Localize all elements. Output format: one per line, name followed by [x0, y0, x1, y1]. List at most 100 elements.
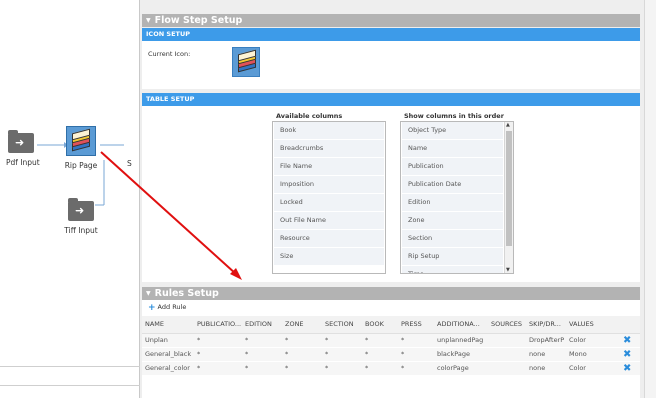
table-cell: *	[362, 347, 398, 362]
available-columns-list[interactable]: Book Breadcrumbs File Name Imposition Locked…	[272, 121, 386, 274]
available-column-item[interactable]: Imposition	[274, 176, 384, 193]
node-label: Pdf Input	[6, 158, 40, 167]
show-columns-list[interactable]: Object Type Name Publication Publication Da…	[400, 121, 514, 274]
table-cell: *	[242, 333, 282, 348]
table-cell: none	[526, 347, 566, 362]
icon-setup-body: Current Icon:	[142, 41, 640, 89]
plus-icon: +	[148, 303, 156, 313]
scroll-up-icon[interactable]: ▲	[506, 122, 510, 128]
node-pdf-input[interactable]: ➜ Pdf Input	[6, 130, 40, 167]
table-setup-bar: TABLE SETUP	[142, 93, 640, 106]
column-header[interactable]: NAME	[142, 316, 194, 334]
node-label: Tiff Input	[64, 226, 98, 235]
available-column-item[interactable]: Out File Name	[274, 212, 384, 229]
import-folder-icon: ➜	[68, 198, 94, 221]
table-cell: *	[398, 361, 434, 376]
table-cell: *	[322, 347, 362, 362]
list-scrollbar[interactable]: ▲ ▼	[504, 122, 513, 273]
icon-setup-bar: ICON SETUP	[142, 28, 640, 41]
column-header[interactable]: PRESS	[398, 316, 434, 334]
delete-rule-icon[interactable]: ✖	[623, 335, 631, 346]
table-cell: none	[526, 361, 566, 376]
table-cell	[488, 347, 526, 362]
node-label-partial: S	[127, 159, 132, 168]
node-label: Rip Page	[64, 161, 98, 170]
column-header[interactable]: EDITION	[242, 316, 282, 334]
delete-rule-icon[interactable]: ✖	[623, 349, 631, 360]
show-column-item[interactable]: Object Type	[402, 122, 503, 139]
show-column-item[interactable]: Publication Date	[402, 176, 503, 193]
available-column-item[interactable]: Resource	[274, 230, 384, 247]
table-row[interactable]: Unplan * * * * * * unplannedPag DropAfterP Color ✖	[142, 333, 640, 348]
table-cell: *	[242, 347, 282, 362]
scroll-down-icon[interactable]: ▼	[506, 267, 510, 273]
table-cell: *	[398, 347, 434, 362]
column-header[interactable]: PUBLICATIO...	[194, 316, 242, 334]
table-cell: *	[282, 347, 322, 362]
column-header[interactable]	[620, 316, 640, 334]
section-title: Rules Setup	[154, 288, 219, 299]
column-header[interactable]: SECTION	[322, 316, 362, 334]
available-column-item[interactable]: Book	[274, 122, 384, 139]
table-cell: Color	[566, 361, 620, 376]
table-cell: *	[194, 361, 242, 376]
layers-stack-icon	[66, 126, 96, 156]
column-header[interactable]: ZONE	[282, 316, 322, 334]
show-column-item[interactable]: Time	[402, 266, 503, 273]
table-cell: Color	[566, 333, 620, 348]
table-cell: *	[322, 361, 362, 376]
show-column-item[interactable]: Section	[402, 230, 503, 247]
table-row[interactable]: General_color * * * * * * colorPage none Color ✖	[142, 361, 640, 376]
table-cell: *	[194, 347, 242, 362]
table-cell: colorPage	[434, 361, 488, 376]
table-cell: *	[282, 333, 322, 348]
available-columns-title: Available columns	[276, 112, 343, 120]
show-columns-title: Show columns in this order	[404, 112, 504, 120]
table-cell: *	[242, 361, 282, 376]
column-header[interactable]: SKIP/DR...	[526, 316, 566, 334]
table-cell: *	[282, 361, 322, 376]
column-header[interactable]: ADDITIONA...	[434, 316, 488, 334]
node-rip-page[interactable]: Rip Page	[64, 126, 98, 170]
delete-rule-icon[interactable]: ✖	[623, 363, 631, 374]
current-icon-preview[interactable]	[232, 47, 260, 77]
table-cell: ✖	[620, 361, 640, 376]
collapse-triangle-icon: ▼	[146, 290, 151, 297]
settings-panel: ▼ Flow Step Setup ICON SETUP Current Icon…	[140, 0, 644, 398]
show-column-item[interactable]: Rip Setup	[402, 248, 503, 265]
collapse-triangle-icon: ▼	[146, 17, 151, 24]
table-cell	[488, 333, 526, 348]
flow-canvas[interactable]: ➜ Pdf Input Rip Page S ➜ Tiff Input	[0, 0, 140, 398]
node-tiff-input[interactable]: ➜ Tiff Input	[64, 198, 98, 235]
table-cell: General_black	[142, 347, 194, 362]
available-column-item[interactable]: Breadcrumbs	[274, 140, 384, 157]
rules-setup-body: + Add Rule NAME PUBLICATIO... EDITION ZONE SE…	[142, 300, 640, 398]
table-setup-body: Available columns Book Breadcrumbs File Na…	[142, 106, 640, 282]
rules-setup-header[interactable]: ▼ Rules Setup	[142, 287, 640, 300]
available-column-item[interactable]: File Name	[274, 158, 384, 175]
page-scrollbar[interactable]	[644, 0, 656, 398]
show-column-item[interactable]: Edition	[402, 194, 503, 211]
app-root: ➜ Pdf Input Rip Page S ➜ Tiff Input ▼ Flo…	[0, 0, 656, 398]
flow-step-setup-header[interactable]: ▼ Flow Step Setup	[142, 14, 640, 27]
column-header[interactable]: VALUES	[566, 316, 620, 334]
table-cell	[488, 361, 526, 376]
current-icon-label: Current Icon:	[148, 50, 191, 58]
table-row[interactable]: General_black * * * * * * blackPage none Mono ✖	[142, 347, 640, 362]
column-header[interactable]: BOOK	[362, 316, 398, 334]
available-column-item[interactable]: Size	[274, 248, 384, 265]
scroll-thumb[interactable]	[506, 131, 512, 246]
table-cell: *	[362, 333, 398, 348]
available-column-item[interactable]: Locked	[274, 194, 384, 211]
column-header[interactable]: SOURCES	[488, 316, 526, 334]
table-cell: ✖	[620, 333, 640, 348]
show-column-item[interactable]: Zone	[402, 212, 503, 229]
show-column-item[interactable]: Name	[402, 140, 503, 157]
table-cell: *	[398, 333, 434, 348]
add-rule-label: Add Rule	[157, 303, 187, 311]
rules-table: NAME PUBLICATIO... EDITION ZONE SECTION BOOK P…	[142, 316, 640, 376]
add-rule-button[interactable]: + Add Rule	[148, 303, 186, 313]
table-setup-title: TABLE SETUP	[146, 95, 195, 103]
show-column-item[interactable]: Publication	[402, 158, 503, 175]
table-cell: Mono	[566, 347, 620, 362]
